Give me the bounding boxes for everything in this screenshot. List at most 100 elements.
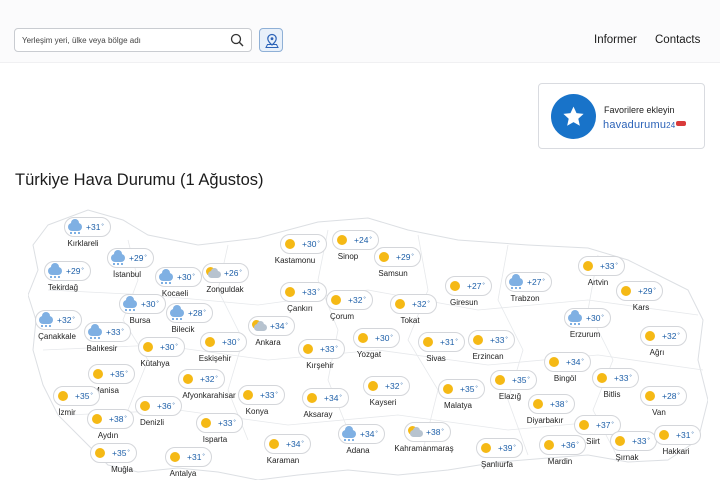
temperature-pill[interactable]: +32 ° <box>390 294 437 314</box>
temperature-pill[interactable]: +33 ° <box>196 413 243 433</box>
city-name[interactable]: Tekirdağ <box>48 283 78 292</box>
city-name[interactable]: Erzurum <box>570 330 600 339</box>
city-name[interactable]: Bursa <box>130 316 151 325</box>
temperature-pill[interactable]: +33 ° <box>610 431 657 451</box>
city-name[interactable]: Siirt <box>586 437 600 446</box>
temperature-pill[interactable]: +30 ° <box>138 337 185 357</box>
city-name[interactable]: Antalya <box>170 469 197 478</box>
temperature-pill[interactable]: +26 ° <box>202 263 249 283</box>
city-name[interactable]: Balıkesir <box>87 344 118 353</box>
city-name[interactable]: Elazığ <box>499 392 521 401</box>
temperature-pill[interactable]: +33 ° <box>84 322 131 342</box>
temperature-pill[interactable]: +30 ° <box>564 308 611 328</box>
city-name[interactable]: Ankara <box>255 338 280 347</box>
city-name[interactable]: Isparta <box>203 435 227 444</box>
nav-informer-link[interactable]: Informer <box>594 34 637 46</box>
temperature-pill[interactable]: +33 ° <box>238 385 285 405</box>
temperature-pill[interactable]: +32 ° <box>326 290 373 310</box>
temperature-pill[interactable]: +31 ° <box>654 425 701 445</box>
temperature-pill[interactable]: +33 ° <box>468 330 515 350</box>
city-name[interactable]: Afyonkarahisar <box>182 391 235 400</box>
location-button[interactable] <box>259 28 283 52</box>
temperature-pill[interactable]: +27 ° <box>505 272 552 292</box>
favorite-button[interactable] <box>551 94 596 139</box>
city-name[interactable]: Kocaeli <box>162 289 188 298</box>
temperature-pill[interactable]: +35 ° <box>438 379 485 399</box>
temperature-pill[interactable]: +30 ° <box>280 234 327 254</box>
temperature-pill[interactable]: +33 ° <box>280 282 327 302</box>
temperature-pill[interactable]: +36 ° <box>539 435 586 455</box>
temperature-pill[interactable]: +29 ° <box>616 281 663 301</box>
temperature-pill[interactable]: +30 ° <box>353 328 400 348</box>
temperature-pill[interactable]: +33 ° <box>592 368 639 388</box>
temperature-pill[interactable]: +29 ° <box>374 247 421 267</box>
temperature-pill[interactable]: +33 ° <box>578 256 625 276</box>
city-name[interactable]: Çanakkale <box>38 332 76 341</box>
city-name[interactable]: Kars <box>633 303 649 312</box>
city-name[interactable]: Karaman <box>267 456 299 465</box>
city-name[interactable]: Kırklareli <box>67 239 98 248</box>
city-name[interactable]: Aydın <box>98 431 118 440</box>
city-name[interactable]: Çankırı <box>287 304 313 313</box>
nav-contacts-link[interactable]: Contacts <box>655 34 700 46</box>
city-name[interactable]: Van <box>652 408 666 417</box>
city-name[interactable]: Şanlıurfa <box>481 460 513 469</box>
temperature-pill[interactable]: +30 ° <box>200 332 247 352</box>
city-name[interactable]: Kayseri <box>370 398 397 407</box>
temperature-pill[interactable]: +31 ° <box>64 217 111 237</box>
city-name[interactable]: Kırşehir <box>306 361 334 370</box>
city-name[interactable]: Zonguldak <box>206 285 243 294</box>
city-name[interactable]: Artvin <box>588 278 608 287</box>
city-name[interactable]: Samsun <box>378 269 407 278</box>
city-name[interactable]: Giresun <box>450 298 478 307</box>
city-name[interactable]: İstanbul <box>113 270 141 279</box>
temperature-pill[interactable]: +34 ° <box>248 316 295 336</box>
temperature-pill[interactable]: +32 ° <box>178 369 225 389</box>
city-name[interactable]: Bilecik <box>171 325 194 334</box>
city-name[interactable]: Malatya <box>444 401 472 410</box>
temperature-pill[interactable]: +28 ° <box>640 386 687 406</box>
temperature-pill[interactable]: +35 ° <box>53 386 100 406</box>
city-name[interactable]: Aksaray <box>304 410 333 419</box>
favorite-card[interactable]: Favorilere ekleyin havadurumu24 <box>538 83 705 149</box>
city-name[interactable]: Kütahya <box>140 359 169 368</box>
temperature-pill[interactable]: +35 ° <box>88 364 135 384</box>
city-name[interactable]: Yozgat <box>357 350 381 359</box>
city-name[interactable]: Tokat <box>400 316 419 325</box>
city-name[interactable]: Eskişehir <box>199 354 231 363</box>
city-name[interactable]: Kahramanmaraş <box>394 444 453 453</box>
temperature-pill[interactable]: +32 ° <box>640 326 687 346</box>
city-name[interactable]: Trabzon <box>510 294 539 303</box>
temperature-pill[interactable]: +36 ° <box>135 396 182 416</box>
temperature-pill[interactable]: +24 ° <box>332 230 379 250</box>
search-icon[interactable] <box>230 33 244 47</box>
city-name[interactable]: Bingöl <box>554 374 576 383</box>
temperature-pill[interactable]: +30 ° <box>119 294 166 314</box>
city-name[interactable]: Adana <box>346 446 369 455</box>
city-name[interactable]: Şırnak <box>615 453 638 462</box>
temperature-pill[interactable]: +39 ° <box>476 438 523 458</box>
temperature-pill[interactable]: +33 ° <box>298 339 345 359</box>
temperature-pill[interactable]: +35 ° <box>90 443 137 463</box>
temperature-pill[interactable]: +27 ° <box>445 276 492 296</box>
temperature-pill[interactable]: +34 ° <box>264 434 311 454</box>
city-name[interactable]: Mardin <box>548 457 572 466</box>
city-name[interactable]: İzmir <box>58 408 75 417</box>
city-name[interactable]: Bitlis <box>604 390 621 399</box>
temperature-pill[interactable]: +29 ° <box>44 261 91 281</box>
temperature-pill[interactable]: +31 ° <box>418 332 465 352</box>
search-input[interactable] <box>22 32 222 48</box>
temperature-pill[interactable]: +28 ° <box>166 303 213 323</box>
temperature-pill[interactable]: +30 ° <box>155 267 202 287</box>
city-name[interactable]: Hakkari <box>662 447 689 456</box>
temperature-pill[interactable]: +32 ° <box>363 376 410 396</box>
city-name[interactable]: Konya <box>246 407 269 416</box>
temperature-pill[interactable]: +34 ° <box>544 352 591 372</box>
temperature-pill[interactable]: +38 ° <box>404 422 451 442</box>
city-name[interactable]: Diyarbakır <box>527 416 563 425</box>
city-name[interactable]: Erzincan <box>472 352 503 361</box>
temperature-pill[interactable]: +34 ° <box>302 388 349 408</box>
temperature-pill[interactable]: +34 ° <box>338 424 385 444</box>
city-name[interactable]: Denizli <box>140 418 164 427</box>
city-name[interactable]: Muğla <box>111 465 133 474</box>
